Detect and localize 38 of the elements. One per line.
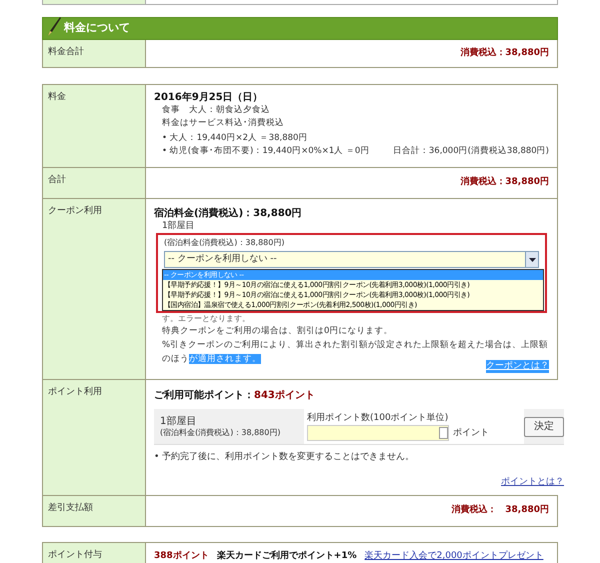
- row-label: ポイント利用: [48, 387, 102, 397]
- price-text: 消費税込： 38,880円: [451, 504, 549, 518]
- room-price: (宿泊料金(消費税込)：38,880円): [160, 426, 282, 438]
- price-text: 消費税込：38,880円: [460, 46, 549, 60]
- row-label: ポイント付与: [48, 550, 102, 560]
- award-points: 388ポイント: [154, 550, 209, 563]
- points-help-link[interactable]: ポイントとは？: [501, 476, 564, 489]
- points-input[interactable]: [307, 425, 449, 442]
- input-label: 利用ポイント数(100ポイント単位): [307, 412, 450, 425]
- price-text: 消費税込：38,880円: [460, 176, 549, 190]
- tax-note: 料金はサービス料込･消費税込: [162, 117, 285, 130]
- day-total: 日合計：36,000円(消費税込38,880円): [392, 145, 549, 158]
- price-line: • 大人：19,440円×2人 ＝38,880円: [162, 132, 308, 145]
- price-line: • 幼児(食事･布団不要)：19,440円×0%×1人 ＝0円: [162, 145, 370, 158]
- row-label: クーポン利用: [48, 206, 102, 216]
- row-label: 料金: [48, 92, 66, 102]
- section-title: 料金について: [64, 20, 130, 36]
- notice-text: • 予約完了後に、利用ポイント数を変更することはできません。: [154, 451, 416, 464]
- row-label: 差引支払額: [48, 503, 93, 513]
- card-note: 楽天カードご利用でポイント+1%: [216, 550, 357, 563]
- unit-text: ポイント: [453, 426, 489, 440]
- room-text: 1部屋目: [161, 220, 196, 233]
- confirm-button[interactable]: 決定: [524, 416, 564, 436]
- room-text: 1部屋目: [160, 416, 198, 426]
- available-label: ご利用可能ポイント：: [154, 390, 254, 401]
- row-label: 合計: [48, 175, 66, 185]
- available-points: 843ポイント: [254, 390, 315, 401]
- meal-text: 食事 大人：朝食込夕食込: [162, 104, 271, 117]
- row-label: 料金合計: [48, 47, 84, 57]
- partial-note: す。エラーとなります。: [161, 314, 250, 324]
- pen-icon: [46, 16, 62, 36]
- room-price: (宿泊料金(消費税込)：38,880円): [164, 237, 286, 249]
- date-text: 2016年9月25日（日）: [154, 91, 264, 104]
- spinner-icon: [439, 427, 448, 440]
- price-text: 宿泊料金(消費税込)：38,880円: [154, 207, 303, 220]
- card-link[interactable]: 楽天カード入会で2,000ポイントプレゼント: [364, 550, 544, 563]
- coupon-select[interactable]: -- クーポンを利用しない --: [164, 251, 539, 268]
- note-text: 特典クーポンをご利用の場合は、割引は0円になります。: [161, 325, 394, 338]
